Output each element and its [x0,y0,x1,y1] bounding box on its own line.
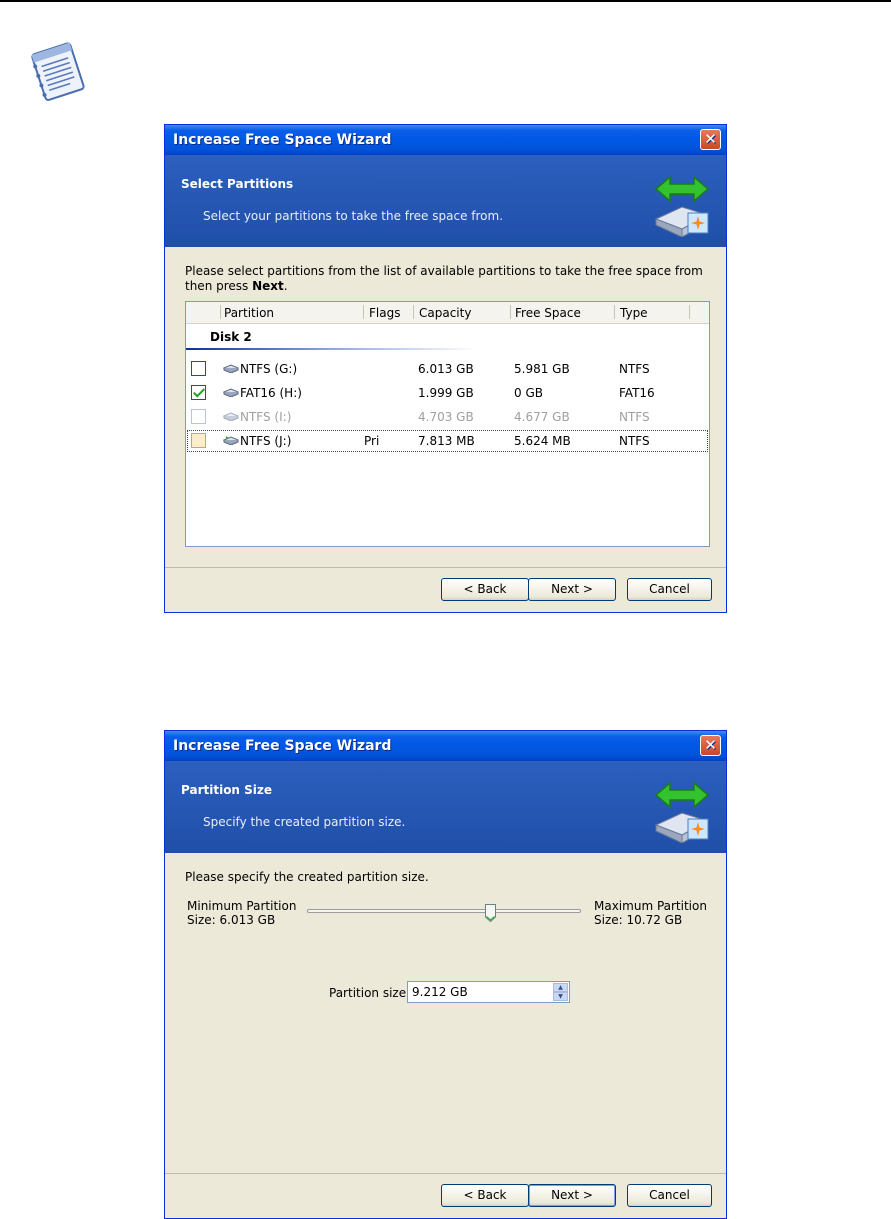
wizard-footer: < Back Next > Cancel [165,567,726,612]
partition-type: NTFS [619,434,650,448]
partition-type: FAT16 [619,386,655,400]
partition-type: NTFS [619,410,650,424]
col-type[interactable]: Type [620,306,648,320]
size-spinner[interactable]: ▲ ▼ [553,983,568,1001]
table-row[interactable]: FAT16 (H:) 1.999 GB 0 GB FAT16 [187,382,708,404]
close-button[interactable]: ✕ [700,129,721,150]
disk-transfer-icon [654,175,710,237]
column-header: Partition Flags Capacity Free Space Type [186,302,709,324]
dialog-titlebar[interactable]: Increase Free Space Wizard ✕ [165,125,726,155]
dialog-title: Increase Free Space Wizard [173,738,392,754]
disk-divider [186,348,476,350]
instruction-text: Please specify the created partition siz… [185,870,429,884]
partition-free-space: 4.677 GB [514,410,570,424]
partition-free-space: 5.624 MB [514,434,571,448]
dialog-title: Increase Free Space Wizard [173,132,392,148]
dialog-titlebar[interactable]: Increase Free Space Wizard ✕ [165,731,726,761]
instruction-text: Please select partitions from the list o… [185,264,703,293]
header-title: Partition Size [181,783,273,797]
max-size-label: Maximum Partition Size: 10.72 GB [594,899,707,927]
partition-size-input[interactable]: 9.212 GB ▲ ▼ [407,981,570,1003]
partition-name: NTFS (G:) [240,362,298,376]
disk-label: Disk 2 [210,330,252,344]
next-button[interactable]: Next > [528,578,616,601]
header-subtitle: Specify the created partition size. [203,815,406,829]
partition-free-space: 0 GB [514,386,543,400]
partition-free-space: 5.981 GB [514,362,570,376]
hard-disk-icon [223,364,239,373]
table-row[interactable]: NTFS (G:) 6.013 GB 5.981 GB NTFS [187,358,708,380]
partition-size-slider[interactable] [307,904,581,922]
partition-capacity: 1.999 GB [418,386,474,400]
slider-thumb[interactable] [485,904,497,922]
notepad-icon [31,42,85,101]
partition-flags: Pri [364,434,380,448]
partition-list[interactable]: Partition Flags Capacity Free Space Type… [185,301,710,547]
hard-disk-icon [223,412,239,421]
cancel-button[interactable]: Cancel [627,1184,712,1207]
hard-disk-icon [223,436,239,445]
wizard-content: Please select partitions from the list o… [165,247,726,568]
partition-name: FAT16 (H:) [240,386,302,400]
close-button[interactable]: ✕ [700,735,721,756]
table-row[interactable]: NTFS (J:) Pri 7.813 MB 5.624 MB NTFS [187,430,708,452]
header-subtitle: Select your partitions to take the free … [203,209,504,223]
col-capacity[interactable]: Capacity [419,306,471,320]
col-partition[interactable]: Partition [224,306,274,320]
partition-checkbox[interactable] [191,433,206,448]
partition-capacity: 7.813 MB [418,434,475,448]
select-partitions-dialog: Increase Free Space Wizard ✕ Select Part… [164,124,727,613]
partition-checkbox[interactable] [191,385,206,400]
partition-size-dialog: Increase Free Space Wizard ✕ Partition S… [164,730,727,1219]
wizard-content: Please specify the created partition siz… [165,853,726,1174]
cancel-button[interactable]: Cancel [627,578,712,601]
partition-checkbox[interactable] [191,361,206,376]
col-free-space[interactable]: Free Space [515,306,581,320]
back-button[interactable]: < Back [441,1184,529,1207]
partition-size-value: 9.212 GB [412,985,468,999]
page-top-rule [0,0,891,2]
hard-disk-icon [223,388,239,397]
table-row: NTFS (I:) 4.703 GB 4.677 GB NTFS [187,406,708,428]
close-icon: ✕ [704,736,717,754]
col-flags[interactable]: Flags [369,306,400,320]
wizard-header: Select Partitions Select your partitions… [165,155,726,247]
partition-name: NTFS (J:) [240,434,292,448]
partition-checkbox [191,409,206,424]
min-size-label: Minimum Partition Size: 6.013 GB [187,899,297,927]
back-button[interactable]: < Back [441,578,529,601]
partition-size-label: Partition size: [329,986,411,1000]
spin-down-icon[interactable]: ▼ [553,992,568,1001]
partition-capacity: 6.013 GB [418,362,474,376]
header-title: Select Partitions [181,177,294,191]
wizard-header: Partition Size Specify the created parti… [165,761,726,853]
next-button[interactable]: Next > [528,1184,616,1207]
partition-name: NTFS (I:) [240,410,292,424]
disk-transfer-icon [654,781,710,843]
partition-type: NTFS [619,362,650,376]
spin-up-icon[interactable]: ▲ [553,983,568,992]
close-icon: ✕ [704,130,717,148]
partition-capacity: 4.703 GB [418,410,474,424]
wizard-footer: < Back Next > Cancel [165,1173,726,1218]
